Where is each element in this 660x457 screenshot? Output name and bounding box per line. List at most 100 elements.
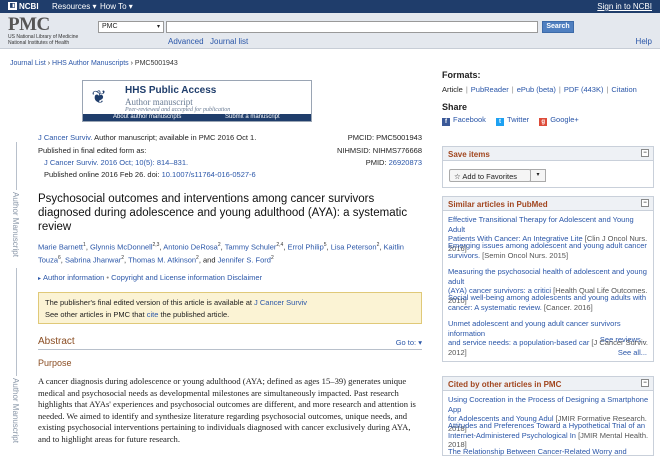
similar-articles-heading: Similar articles in PubMed (448, 200, 548, 209)
format-link-article[interactable]: Article (442, 85, 463, 94)
breadcrumb: Journal List › HHS Author Manuscripts › … (10, 60, 178, 67)
resources-menu[interactable]: Resources ▾ (52, 2, 97, 11)
hhs-note: Peer-reviewed and accepted for publicati… (125, 107, 231, 113)
author-link[interactable]: Errol Philip (288, 243, 324, 252)
database-select-value: PMC (102, 23, 118, 30)
author-affiliation: 2 (270, 254, 274, 261)
breadcrumb-current: PMC5001943 (134, 60, 178, 67)
collapse-icon[interactable]: − (641, 149, 649, 157)
twitter-share[interactable]: t Twitter (496, 115, 530, 126)
margin-line (16, 268, 17, 376)
favorites-dropdown-icon[interactable]: ▾ (530, 169, 546, 182)
article-list-item[interactable]: The Relationship Between Cancer-Related … (443, 447, 655, 457)
journal-list-link[interactable]: Journal list (210, 37, 248, 46)
author-manuscript-label: Author Manuscript (11, 192, 20, 257)
collapse-icon[interactable]: − (641, 199, 649, 207)
author-link[interactable]: Jennifer S. Ford (218, 255, 271, 264)
howto-menu[interactable]: How To ▾ (100, 2, 133, 11)
author-link[interactable]: Glynnis McDonnell (90, 243, 153, 252)
format-link-pubreader[interactable]: PubReader (471, 85, 509, 94)
pmid-link[interactable]: 26920873 (389, 158, 422, 167)
share-heading: Share (442, 102, 468, 112)
database-select[interactable]: PMC ▾ (98, 21, 164, 33)
chevron-down-icon: ▾ (92, 2, 97, 11)
article-list-item[interactable]: Attitudes and Preferences Toward a Hypot… (443, 421, 655, 450)
submit-manuscript-link[interactable]: Submit a manuscript (225, 114, 280, 121)
breadcrumb-journal-list[interactable]: Journal List (10, 60, 46, 67)
add-to-favorites-button[interactable]: ☆ Add to Favorites ▾ (449, 169, 546, 182)
pmid-line: PMID: 26920873 (366, 158, 422, 167)
howto-label: How To (100, 2, 127, 11)
ncbi-icon: ◧ (8, 2, 17, 10)
doi-link[interactable]: 10.1007/s11764-016-0527-6 (162, 170, 256, 179)
similar-articles-header[interactable]: Similar articles in PubMed − (443, 197, 653, 211)
cite-link[interactable]: cite (147, 310, 159, 319)
facebook-share[interactable]: f Facebook (442, 115, 486, 126)
breadcrumb-hhs[interactable]: HHS Author Manuscripts (52, 60, 129, 67)
author-link[interactable]: Sabrina Jhanwar (65, 255, 121, 264)
citation-link[interactable]: J Cancer Surviv. 2016 Oct; 10(5): 814–83… (44, 158, 188, 167)
goto-menu[interactable]: Go to: ▾ (396, 338, 422, 347)
author-information-link[interactable]: Author information (43, 273, 104, 282)
logo-subtitle-2: National Institutes of Health (8, 40, 70, 46)
article-list-item[interactable]: Social well-being among adolescents and … (443, 293, 655, 312)
article-title-line[interactable]: The Relationship Between Cancer-Related … (448, 447, 627, 456)
article-list-item[interactable]: Emerging issues among adolescent and you… (443, 241, 655, 260)
similar-articles-panel: Similar articles in PubMed − See reviews.… (442, 196, 654, 362)
author-link[interactable]: Marie Barnett (38, 243, 83, 252)
pmcid: PMCID: PMC5001943 (347, 133, 422, 142)
chevron-down-icon: ▾ (128, 2, 133, 11)
margin-line (16, 142, 17, 190)
disclaimer-link[interactable]: Disclaimer (227, 273, 262, 282)
pmc-logo[interactable]: PMC US National Library of Medicine Nati… (8, 14, 88, 46)
format-link-epub-beta-[interactable]: ePub (beta) (517, 85, 556, 94)
formats-heading: Formats: (442, 70, 481, 80)
article-title-line-2[interactable]: and service needs: a population-based ca… (448, 338, 589, 347)
notice-text-3: the published article. (158, 310, 230, 319)
journal-link[interactable]: J Cancer Surviv. (38, 133, 92, 142)
pmid-label: PMID: (365, 158, 389, 167)
article-list-item[interactable]: Unmet adolescent and young adult cancer … (443, 319, 655, 357)
ncbi-topbar: ◧ NCBI Resources ▾ How To ▾ Sign in to NC… (0, 0, 660, 13)
ncbi-logo[interactable]: ◧ NCBI (8, 2, 39, 11)
hhs-bar: About author manuscripts Submit a manusc… (83, 114, 311, 121)
search-input[interactable] (166, 21, 538, 33)
article-title-line[interactable]: Attitudes and Preferences Toward a Hypot… (448, 421, 645, 430)
collapse-icon[interactable]: − (641, 379, 649, 387)
pmc-logo-text: PMC (8, 14, 50, 35)
article-title-line[interactable]: Social well-being among adolescents and … (448, 293, 646, 302)
copyright-link[interactable]: Copyright and License information (111, 273, 225, 282)
article-title-line[interactable]: Emerging issues among adolescent and you… (448, 241, 647, 250)
article-title-line[interactable]: Using Cocreation in the Process of Desig… (448, 395, 648, 414)
signin-link[interactable]: Sign in to NCBI (597, 2, 652, 11)
cited-by-header[interactable]: Cited by other articles in PMC − (443, 377, 653, 391)
info-links: ▸ Author information • Copyright and Lice… (38, 273, 262, 282)
advanced-search-link[interactable]: Advanced (168, 37, 204, 46)
save-items-header[interactable]: Save items − (443, 147, 653, 161)
article-title-line-2[interactable]: cancer: A systematic review. (448, 303, 542, 312)
abstract-text: A cancer diagnosis during adolescence or… (38, 376, 416, 444)
publisher-version-link[interactable]: J Cancer Surviv (254, 298, 307, 307)
article-title-line[interactable]: Effective Transitional Therapy for Adole… (448, 215, 634, 234)
about-manuscripts-link[interactable]: About author manuscripts (113, 114, 181, 121)
article-title-line[interactable]: Unmet adolescent and young adult cancer … (448, 319, 621, 338)
author-link[interactable]: Thomas M. Atkinson (128, 255, 196, 264)
article-title-line[interactable]: Measuring the psychosocial health of ado… (448, 267, 647, 286)
chevron-down-icon: ▾ (418, 338, 422, 347)
author-link[interactable]: Antonio DeRosa (163, 243, 218, 252)
google-share[interactable]: g Google+ (539, 115, 579, 126)
availability-text: Author manuscript; available in PMC 2016… (92, 133, 257, 142)
format-link-pdf-443k-[interactable]: PDF (443K) (564, 85, 604, 94)
help-link[interactable]: Help (636, 37, 652, 46)
twitter-label: Twitter (507, 115, 530, 124)
ncbi-label: NCBI (19, 2, 39, 11)
author-link[interactable]: Tammy Schuler (225, 243, 277, 252)
formats-list: Article | PubReader | ePub (beta) | PDF (443K)… (442, 85, 637, 94)
article-title-line-2[interactable]: survivors. (448, 251, 480, 260)
search-button[interactable]: Search (542, 21, 574, 33)
format-link-citation[interactable]: Citation (611, 85, 636, 94)
chevron-down-icon: ▾ (156, 24, 160, 30)
author-link[interactable]: Lisa Peterson (331, 243, 377, 252)
article-source: [Semin Oncol Nurs. 2015] (480, 250, 569, 260)
article-title-line-2[interactable]: Internet-Administered Psychological In (448, 431, 576, 440)
